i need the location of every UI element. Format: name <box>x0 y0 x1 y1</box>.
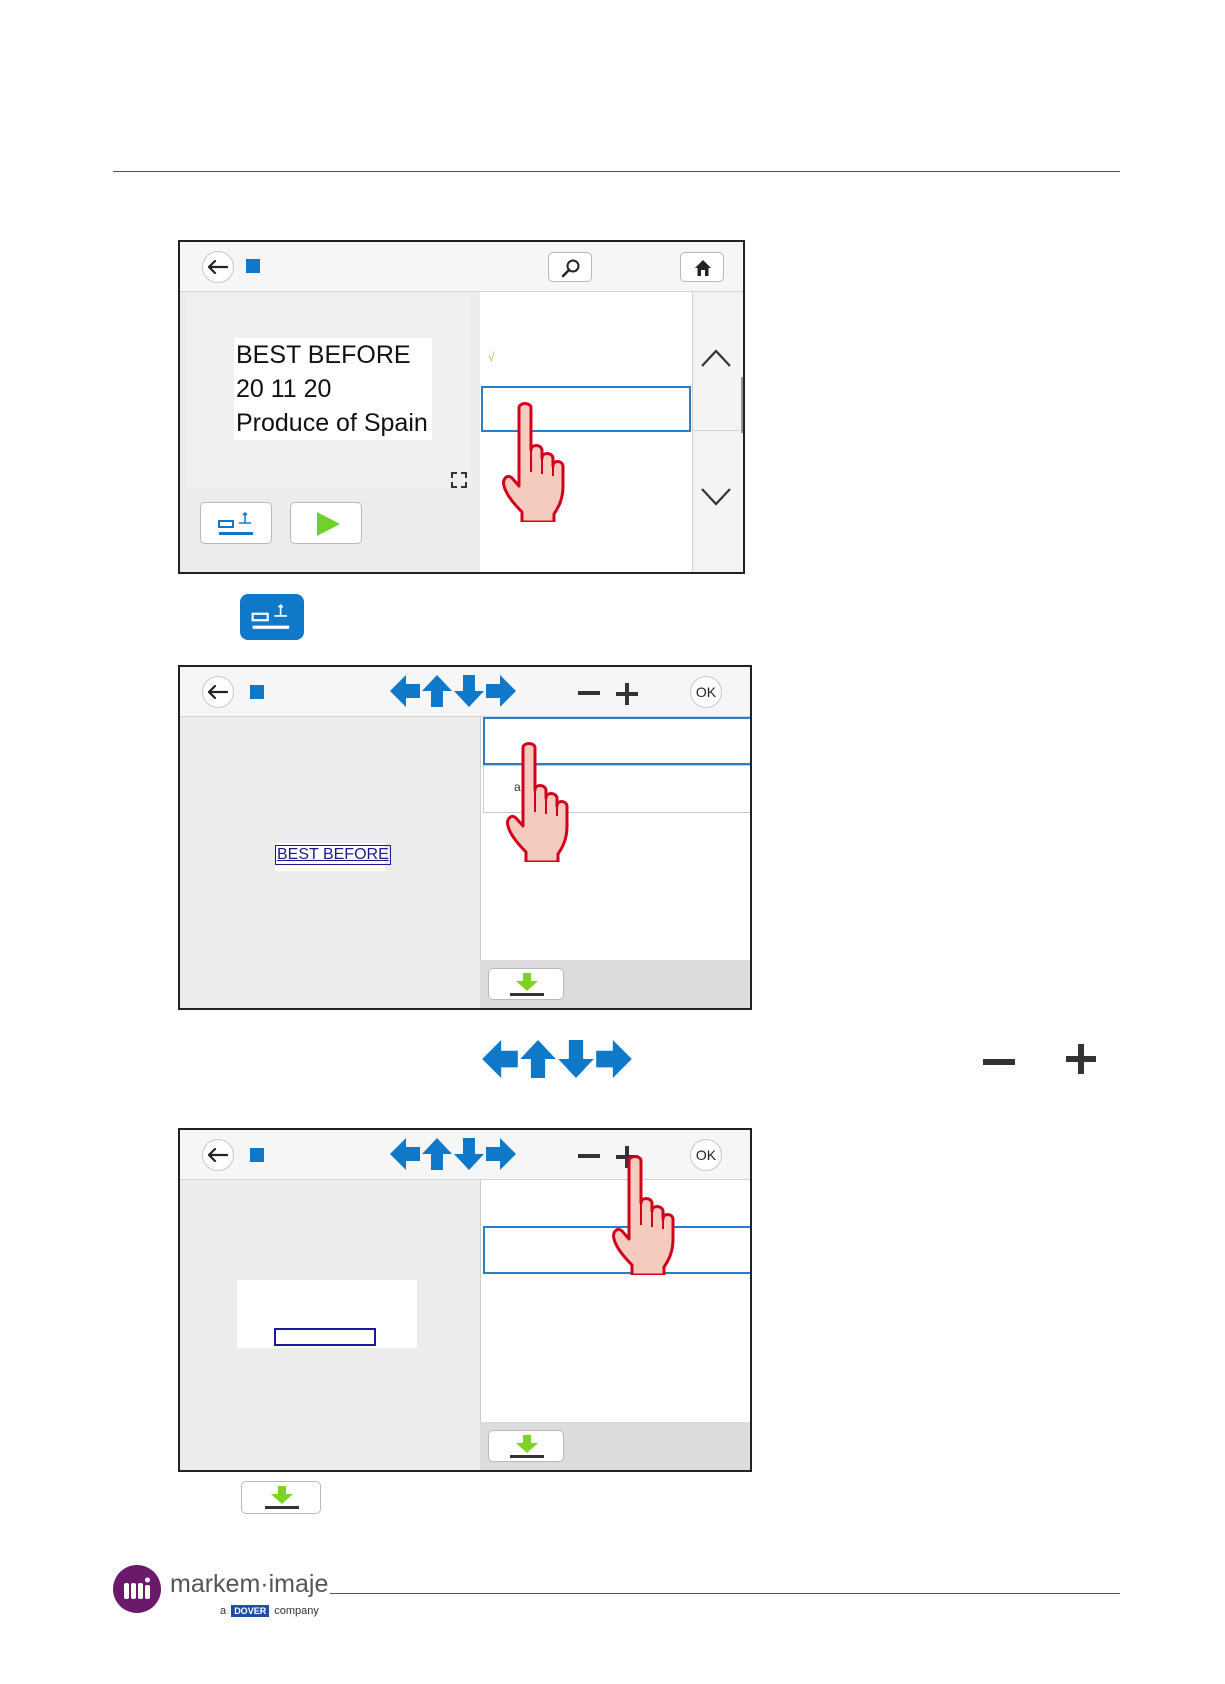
arrow-right-icon <box>596 1040 632 1078</box>
bottom-toolbar <box>480 960 750 1008</box>
scroll-down-button[interactable] <box>693 431 739 572</box>
minus-icon[interactable] <box>578 683 600 703</box>
download-icon <box>262 1486 302 1510</box>
edit-layout-icon-standalone <box>240 594 304 640</box>
bottom-toolbar <box>480 1422 750 1470</box>
hand-pointer-icon <box>506 742 576 862</box>
selected-field-box[interactable] <box>274 1328 376 1346</box>
preview-pane: BEST BEFORE <box>180 717 480 1008</box>
footer-rule <box>330 1593 1120 1594</box>
edit-layout-button[interactable] <box>200 502 272 544</box>
hand-pointer-icon <box>612 1155 682 1275</box>
arrow-left-icon[interactable] <box>390 675 420 707</box>
stop-icon <box>250 1148 264 1162</box>
plus-icon[interactable] <box>616 683 638 705</box>
scrollbar[interactable] <box>741 377 743 433</box>
expand-icon[interactable] <box>451 472 467 488</box>
back-button[interactable] <box>202 676 234 708</box>
ok-button[interactable]: OK <box>690 1139 722 1171</box>
download-icon <box>507 1435 547 1459</box>
stop-icon <box>246 259 260 273</box>
back-arrow-icon <box>208 260 228 274</box>
arrow-down-icon[interactable] <box>454 1138 484 1170</box>
hand-pointer-icon <box>502 402 572 522</box>
back-arrow-icon <box>208 685 228 699</box>
edit-toolbar: OK <box>180 667 750 717</box>
brand-name: markem·imaje <box>170 1570 329 1598</box>
search-icon <box>561 259 580 278</box>
home-icon <box>695 260 711 276</box>
arrow-left-icon <box>482 1040 518 1078</box>
scroll-up-button[interactable] <box>693 292 739 431</box>
preview-line-1: BEST BEFORE <box>236 341 411 369</box>
screen-3-field-size: OK <box>178 1128 752 1472</box>
download-button[interactable] <box>488 1430 564 1462</box>
arrow-up-icon <box>520 1040 556 1078</box>
search-button[interactable] <box>548 252 592 282</box>
tagline-prefix: a <box>220 1605 227 1617</box>
preview-pane: BEST BEFORE 20 11 20 Produce of Spain <box>180 292 480 572</box>
screen-1-message-preview: BEST BEFORE 20 11 20 Produce of Spain √ … <box>178 240 745 574</box>
top-toolbar <box>180 242 743 292</box>
dover-badge: DOVER <box>231 1605 270 1617</box>
header-rule <box>113 171 1120 172</box>
scroll-panel <box>692 292 743 572</box>
preview-line-3: Produce of Spain <box>236 409 428 437</box>
arrow-down-icon <box>558 1040 594 1078</box>
arrow-up-icon[interactable] <box>422 675 452 707</box>
arrow-right-icon[interactable] <box>486 675 516 707</box>
download-icon-standalone <box>241 1481 321 1514</box>
stop-icon <box>250 685 264 699</box>
preview-text-box[interactable]: BEST BEFORE 20 11 20 Produce of Spain <box>234 338 432 440</box>
list-check-mark: √ <box>488 350 495 364</box>
arrow-left-icon[interactable] <box>390 1138 420 1170</box>
edit-layout-icon <box>251 604 290 629</box>
chevron-down-icon <box>701 488 731 506</box>
logo-mark-icon <box>124 1577 150 1599</box>
brand-tagline: a DOVER company <box>220 1605 319 1617</box>
screen-2-field-select: OK BEST BEFORE a <box>178 665 752 1010</box>
brand-logo <box>113 1565 161 1613</box>
tagline-suffix: company <box>274 1605 319 1617</box>
chevron-up-icon <box>701 349 731 367</box>
preview-pane <box>180 1180 480 1470</box>
arrow-right-icon[interactable] <box>486 1138 516 1170</box>
preview-field: BEST BEFORE <box>275 843 391 871</box>
back-button[interactable] <box>202 1139 234 1171</box>
back-button[interactable] <box>202 251 234 283</box>
preview-area: BEST BEFORE 20 11 20 Produce of Spain <box>186 296 471 488</box>
selected-field-text[interactable]: BEST BEFORE <box>275 845 391 865</box>
minus-icon[interactable] <box>578 1146 600 1166</box>
download-button[interactable] <box>488 968 564 1000</box>
preview-line-2: 20 11 20 <box>236 375 332 403</box>
ok-button[interactable]: OK <box>690 676 722 708</box>
back-arrow-icon <box>208 1148 228 1162</box>
download-icon <box>507 973 547 997</box>
play-icon <box>317 512 340 536</box>
preview-area <box>237 1280 417 1348</box>
plus-icon <box>1066 1044 1096 1074</box>
edit-layout-icon <box>217 511 257 537</box>
minus-icon <box>983 1059 1015 1065</box>
arrow-up-icon[interactable] <box>422 1138 452 1170</box>
arrow-down-icon[interactable] <box>454 675 484 707</box>
play-button[interactable] <box>290 502 362 544</box>
home-button[interactable] <box>680 252 724 282</box>
